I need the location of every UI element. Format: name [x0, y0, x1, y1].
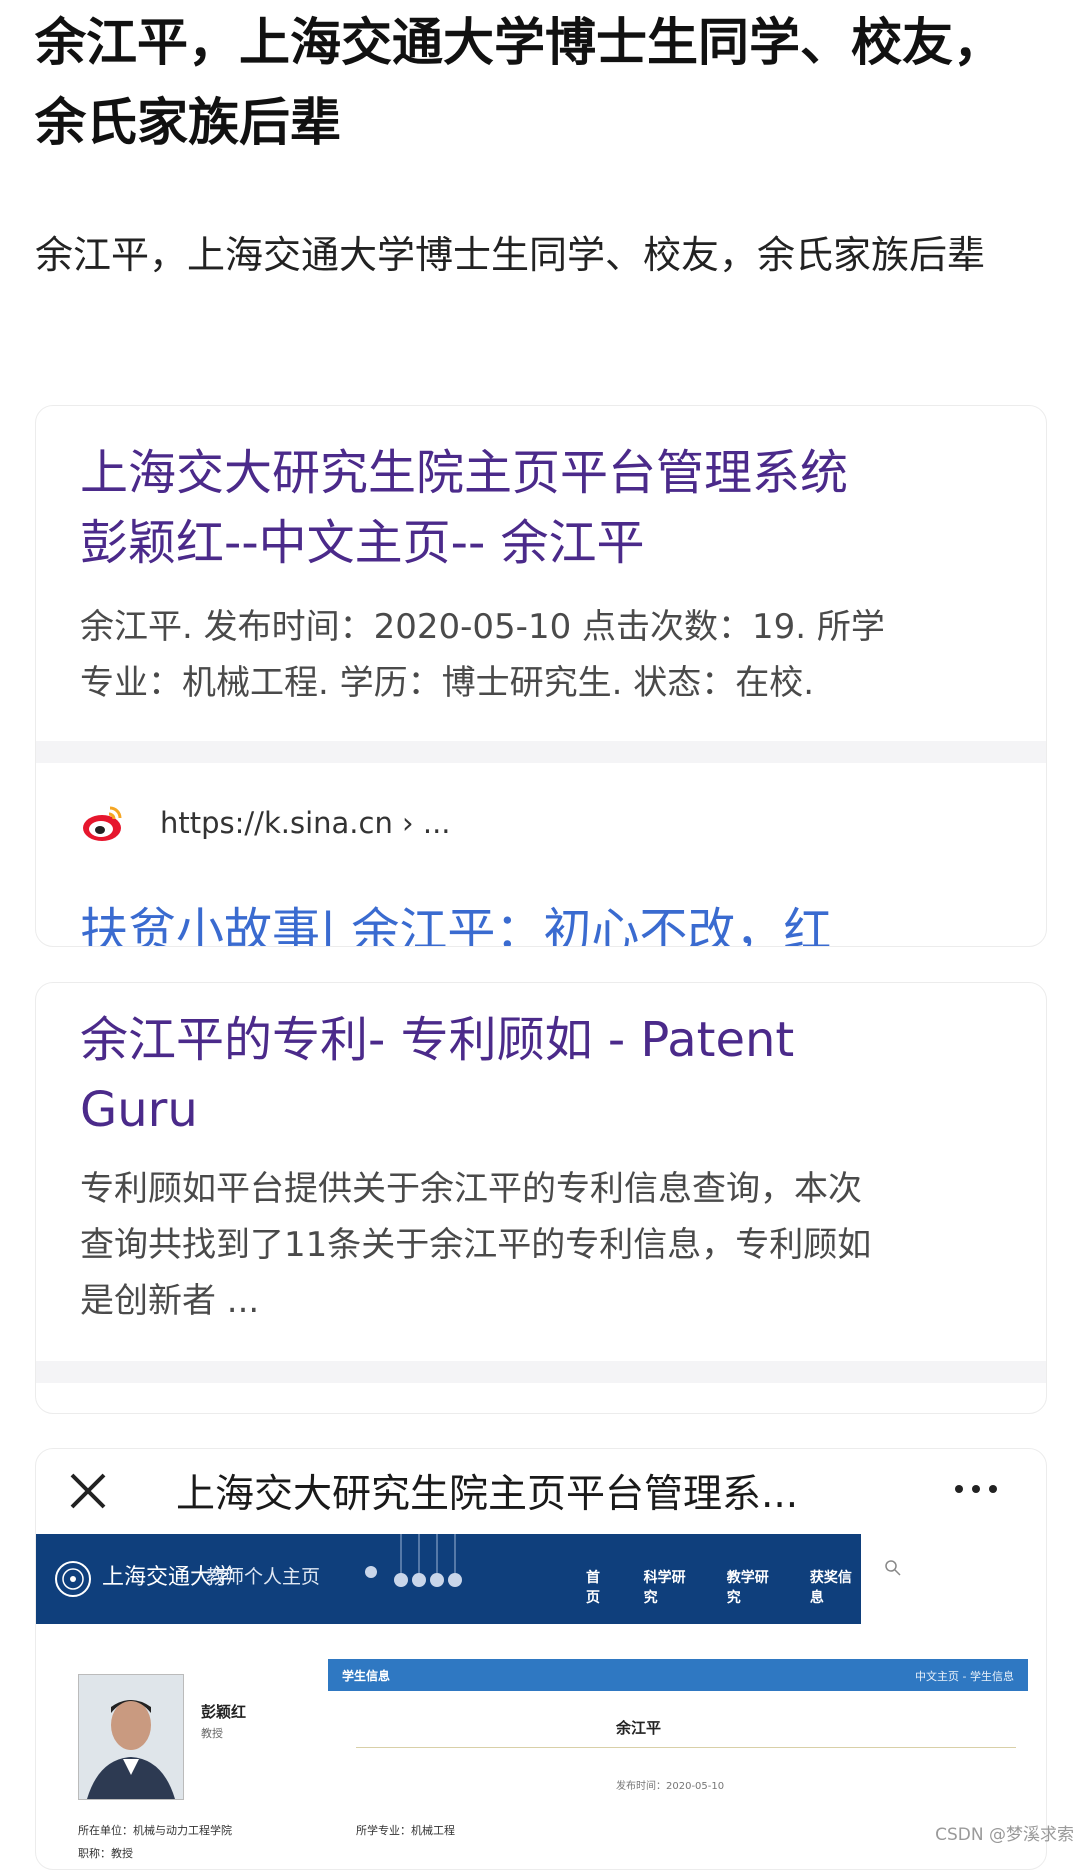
nav-item-research: 科学研究	[643, 1570, 686, 1606]
result-snippet-line3: 是创新者 ...	[80, 1281, 260, 1321]
publish-date: 发布时间：2020-05-10	[616, 1781, 725, 1792]
university-logo-icon	[55, 1561, 91, 1597]
student-info-label: 学生信息	[342, 1669, 391, 1683]
preview-header: 上海交大研究生院主页平台管理系...	[36, 1449, 1046, 1534]
result-snippet: 余江平. 发布时间：2020-05-10 点击次数：19. 所学	[80, 607, 885, 647]
nav-item-awards: 获奖信息	[809, 1570, 852, 1606]
student-info-bar: 学生信息 中文主页 - 学生信息	[328, 1659, 1028, 1691]
result-snippet-line2: 查询共找到了11条关于余江平的专利信息，专利顾如	[80, 1225, 872, 1265]
result-title-clipped[interactable]: 扶贫小故事| 余江平：初心不改，红	[80, 896, 831, 946]
professor-name: 彭颖红	[201, 1703, 247, 1721]
professor-unit: 所在单位：机械与动力工程学院	[78, 1824, 232, 1837]
divider	[36, 1361, 1046, 1383]
breadcrumb: 中文主页 - 学生信息	[915, 1670, 1014, 1683]
close-icon[interactable]	[66, 1469, 110, 1513]
search-result-card[interactable]: 余江平的专利- 专利顾如 - Patent Guru 专利顾如平台提供关于余江平…	[35, 982, 1047, 1414]
student-name: 余江平	[616, 1719, 662, 1737]
professor-photo	[78, 1674, 184, 1800]
student-major: 所学专业：机械工程	[356, 1824, 455, 1837]
preview-title: 上海交大研究生院主页平台管理系...	[176, 1472, 799, 1517]
nav-item-home: 首页	[586, 1570, 600, 1606]
professor-title: 教授	[201, 1727, 223, 1740]
university-nav: 首页 科学研究 教学研究 获奖信息	[586, 1567, 861, 1607]
result-snippet-line2: 专业：机械工程. 学历：博士研究生. 状态：在校.	[80, 663, 815, 703]
divider	[36, 741, 1046, 763]
result-title-line2[interactable]: Guru	[80, 1075, 198, 1145]
divider	[356, 1747, 1016, 1748]
search-result-card[interactable]: 上海交大研究生院主页平台管理系统 彭颖红--中文主页-- 余江平 余江平. 发布…	[35, 405, 1047, 947]
watermark: CSDN @梦溪求索	[935, 1825, 1074, 1845]
weibo-icon	[83, 806, 122, 841]
professor-rank: 职称：教授	[78, 1847, 133, 1860]
result-title[interactable]: 上海交大研究生院主页平台管理系统	[80, 438, 848, 508]
university-subtitle: 教师个人主页	[206, 1566, 321, 1588]
more-icon[interactable]	[951, 1479, 1001, 1499]
result-snippet: 专利顾如平台提供关于余江平的专利信息查询，本次	[80, 1169, 862, 1209]
result-title-line2[interactable]: 彭颖红--中文主页-- 余江平	[80, 508, 645, 578]
article-title: 余江平，上海交通大学博士生同学、校友，余氏家族后辈	[35, 14, 1005, 153]
nav-item-teaching: 教学研究	[726, 1570, 769, 1606]
search-icon	[885, 1560, 901, 1576]
university-header-bar: 上海交通大学 教师个人主页 首页 科学研究 教学研究 获奖信息	[36, 1534, 861, 1624]
webpage-preview-card[interactable]: 上海交大研究生院主页平台管理系... 上海交通大学 教师个人主页 首页 科学研究…	[35, 1448, 1047, 1870]
result-title[interactable]: 余江平的专利- 专利顾如 - Patent	[80, 1005, 794, 1075]
source-row[interactable]: https://k.sina.cn › ...	[80, 798, 451, 848]
article-subtitle: 余江平，上海交通大学博士生同学、校友，余氏家族后辈	[35, 233, 986, 277]
decorative-pendulum-icon	[365, 1534, 462, 1587]
source-url[interactable]: https://k.sina.cn › ...	[160, 806, 451, 840]
